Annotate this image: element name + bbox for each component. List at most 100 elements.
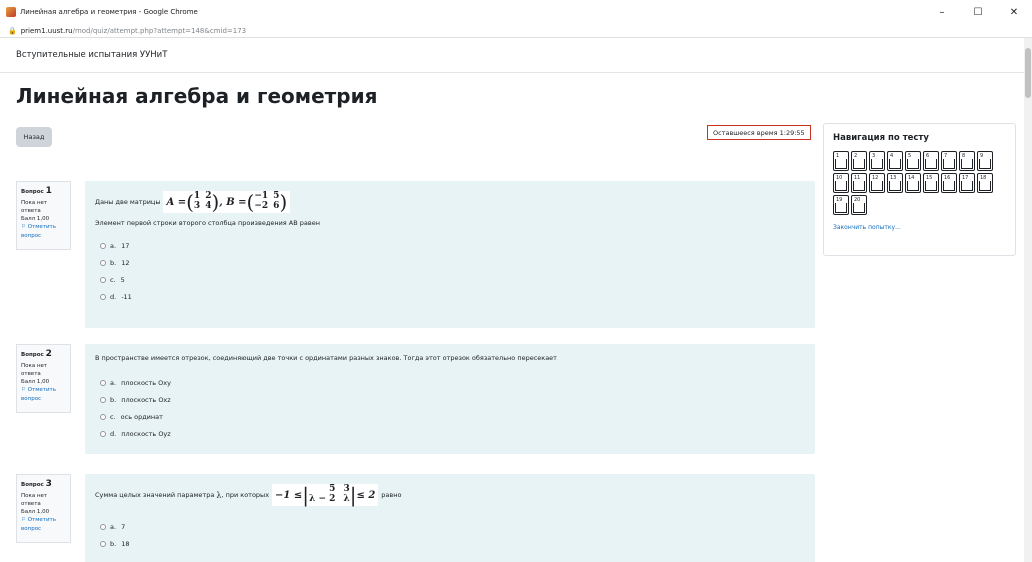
question-grade: Балл 1,00	[21, 216, 50, 222]
answer-text: ось ординат	[120, 412, 163, 421]
radio-button[interactable]	[100, 276, 106, 283]
question-number: Вопрос 2	[21, 348, 66, 362]
answer-option[interactable]: b. 12	[95, 254, 805, 271]
answer-option[interactable]: a. 7	[95, 518, 805, 535]
question-nav-button[interactable]: 5	[905, 151, 921, 171]
site-name[interactable]: Вступительные испытания УУНиТ	[16, 50, 167, 60]
question-nav-button[interactable]: 11	[851, 173, 867, 193]
answer-option[interactable]: c. 5	[95, 271, 805, 288]
flag-question-link[interactable]: ⚐ Отметить вопрос	[21, 516, 66, 533]
answer-letter: a.	[110, 241, 117, 250]
radio-button[interactable]	[100, 259, 106, 266]
radio-button[interactable]	[100, 396, 106, 403]
question-content: В пространстве имеется отрезок, соединяю…	[85, 344, 815, 454]
question-number-value: 1	[45, 186, 52, 196]
site-favicon-icon	[6, 7, 16, 17]
page-scrollbar[interactable]	[1024, 38, 1032, 562]
question-nav-button[interactable]: 15	[923, 173, 939, 193]
answer-option[interactable]: a. плоскость Oxy	[95, 374, 805, 391]
question-nav-button[interactable]: 1	[833, 151, 849, 171]
question-content: Сумма целых значений параметра λ, при ко…	[85, 474, 815, 562]
question-text: Даны две матрицы A = ( 1 2 3 4 ) , B = (	[95, 191, 805, 213]
radio-button[interactable]	[100, 540, 106, 547]
question-nav-button[interactable]: 7	[941, 151, 957, 171]
answer-text: 12	[121, 258, 130, 267]
answer-option[interactable]: d. плоскость Oyz	[95, 425, 805, 442]
determinant: | 5 3 λ − 2 λ |	[302, 483, 357, 507]
radio-button[interactable]	[100, 413, 106, 420]
question-nav-button[interactable]: 2	[851, 151, 867, 171]
radio-button[interactable]	[100, 293, 106, 300]
answer-text: 5	[120, 275, 125, 284]
answer-text: плоскость Oyz	[121, 429, 171, 438]
radio-button[interactable]	[100, 523, 106, 530]
question-nav-button[interactable]: 12	[869, 173, 885, 193]
question-text: В пространстве имеется отрезок, соединяю…	[95, 354, 557, 362]
radio-button[interactable]	[100, 379, 106, 386]
matrix-b-name: B =	[226, 196, 247, 208]
question-nav-button[interactable]: 16	[941, 173, 957, 193]
matrix-cell: 3	[193, 201, 201, 211]
question-info: Вопрос 2 Пока нет ответа Балл 1,00 ⚐ Отм…	[16, 344, 71, 413]
url-path: /mod/quiz/attempt.php?attempt=148&cmid=1…	[72, 26, 247, 35]
radio-button[interactable]	[100, 430, 106, 437]
back-button[interactable]: Назад	[16, 127, 52, 147]
answer-letter: b.	[110, 539, 117, 548]
question-nav-button[interactable]: 18	[977, 173, 993, 193]
address-bar[interactable]: 🔒 priem1.uust.ru/mod/quiz/attempt.php?at…	[0, 24, 1032, 38]
question-nav-button[interactable]: 13	[887, 173, 903, 193]
answer-letter: d.	[110, 292, 117, 301]
radio-button[interactable]	[100, 242, 106, 249]
question-text-before: Даны две матрицы	[95, 198, 161, 206]
close-icon[interactable]: ✕	[996, 0, 1032, 24]
matrix-separator: ,	[219, 196, 223, 208]
question-number: Вопрос 3	[21, 478, 66, 492]
determinant-formula: −1 ≤ | 5 3 λ − 2 λ | ≤ 2	[272, 483, 379, 507]
answer-text: 17	[121, 241, 130, 250]
question-nav-button[interactable]: 9	[977, 151, 993, 171]
question-nav-button[interactable]: 14	[905, 173, 921, 193]
answer-list: a. плоскость Oxy b. плоскость Oxz c. ось ор…	[95, 374, 805, 442]
url-host: priem1.uust.ru	[20, 26, 73, 35]
matrix-formula: A = ( 1 2 3 4 ) , B = ( −1 5 −2 6)	[163, 190, 291, 214]
answer-letter: c.	[110, 275, 116, 284]
answer-option[interactable]: b. 18	[95, 535, 805, 552]
answer-option[interactable]: d. -11	[95, 288, 805, 305]
matrix-a: ( 1 2 3 4 )	[186, 190, 220, 214]
answer-text: плоскость Oxy	[121, 378, 171, 387]
scrollbar-thumb[interactable]	[1025, 48, 1031, 98]
formula-right: ≤ 2	[356, 489, 376, 501]
answer-option[interactable]: c. ось ординат	[95, 408, 805, 425]
answer-letter: b.	[110, 395, 117, 404]
finish-attempt-link[interactable]: Закончить попытку...	[833, 224, 1006, 231]
question-nav-button[interactable]: 20	[851, 195, 867, 215]
url-text[interactable]: priem1.uust.ru/mod/quiz/attempt.php?atte…	[21, 27, 246, 35]
question-nav-button[interactable]: 19	[833, 195, 849, 215]
question-nav-button[interactable]: 6	[923, 151, 939, 171]
question-content: Даны две матрицы A = ( 1 2 3 4 ) , B = (	[85, 181, 815, 328]
window-title: Линейная алгебра и геометрия - Google Ch…	[20, 8, 198, 16]
answer-option[interactable]: a. 17	[95, 237, 805, 254]
flag-question-link[interactable]: ⚐ Отметить вопрос	[21, 223, 66, 240]
matrix-cell: −2	[254, 201, 269, 211]
answer-list: a. 7 b. 18	[95, 518, 805, 552]
question-grade: Балл 1,00	[21, 379, 50, 385]
question-nav-button[interactable]: 4	[887, 151, 903, 171]
maximize-icon[interactable]: ☐	[960, 0, 996, 24]
det-cell: λ − 2	[309, 494, 336, 504]
question-nav-button[interactable]: 8	[959, 151, 975, 171]
question-nav-button[interactable]: 17	[959, 173, 975, 193]
page-content: Вступительные испытания УУНиТ Линейная а…	[0, 38, 1024, 562]
flag-question-link[interactable]: ⚐ Отметить вопрос	[21, 386, 66, 403]
question-status: Пока нет ответа	[21, 199, 48, 214]
minimize-icon[interactable]: –	[924, 0, 960, 24]
quiz-timer: Оставшееся время 1:29:55	[707, 125, 811, 140]
question-text-before: Сумма целых значений параметра	[95, 491, 215, 499]
answer-option[interactable]: b. плоскость Oxz	[95, 391, 805, 408]
lock-icon[interactable]: 🔒	[8, 27, 17, 35]
quiz-navigation-grid: 1 2 3 4 5 6 7 8 9 10 11 12 13 14 15 16 1…	[833, 151, 1006, 215]
answer-letter: c.	[110, 412, 116, 421]
question-nav-button[interactable]: 10	[833, 173, 849, 193]
question-label: Вопрос	[21, 189, 44, 195]
question-nav-button[interactable]: 3	[869, 151, 885, 171]
